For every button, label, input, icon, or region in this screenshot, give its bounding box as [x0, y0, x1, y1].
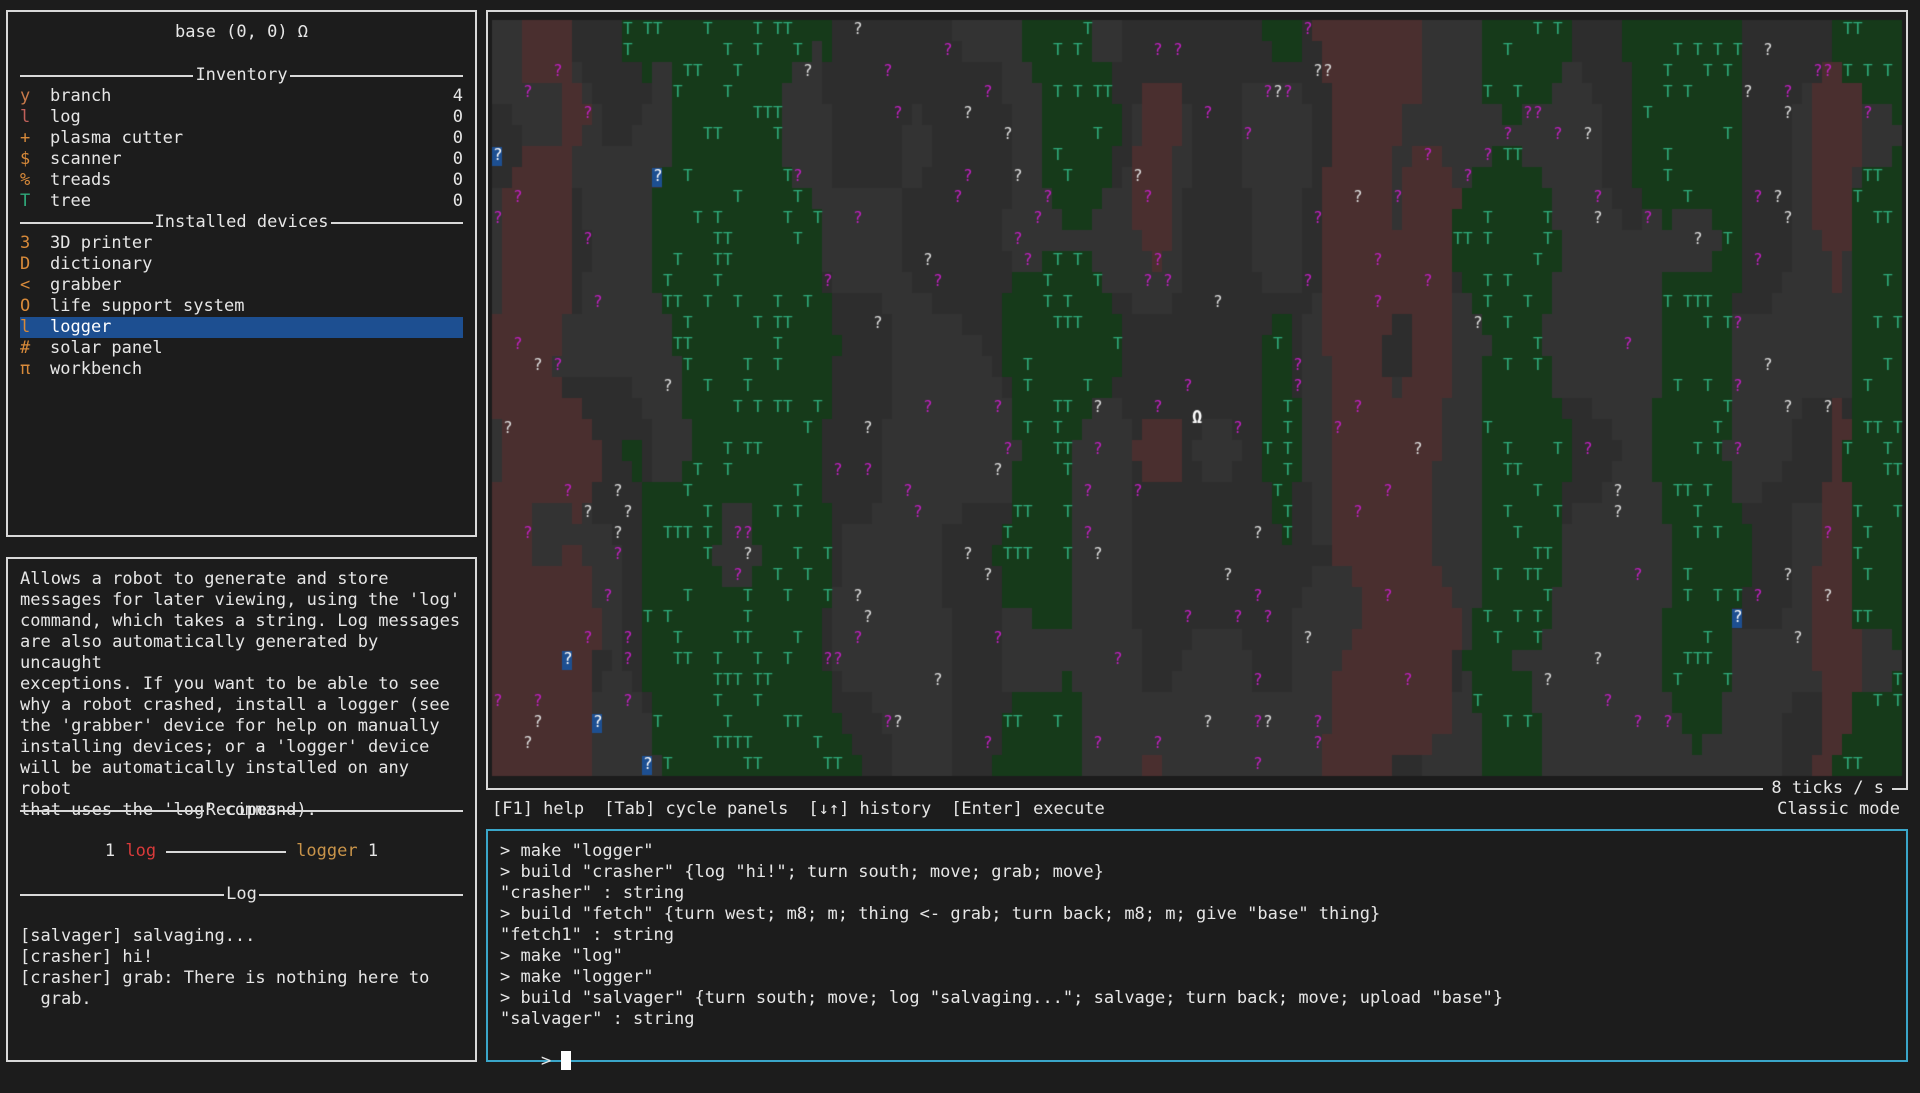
- inventory-item[interactable]: $ scanner 0: [20, 149, 463, 170]
- inventory-item-symbol: l: [20, 107, 31, 127]
- device-item-name: life support system: [50, 296, 245, 316]
- log-entry: [crasher] hi!: [20, 947, 154, 967]
- tick-rate-label: 8 ticks / s: [1763, 778, 1892, 799]
- inventory-item-symbol: y: [20, 86, 31, 106]
- repl-history-line: "salvager" : string: [500, 1009, 695, 1029]
- repl-prompt-line[interactable]: >: [500, 1030, 1894, 1071]
- log-entry: [salvager] salvaging...: [20, 926, 256, 946]
- inventory-item-name: log: [50, 107, 81, 127]
- inventory-item-symbol: +: [20, 128, 31, 148]
- device-item[interactable]: 3 3D printer: [20, 233, 463, 254]
- device-description: Allows a robot to generate and store mes…: [20, 569, 461, 820]
- inventory-item-symbol: $: [20, 149, 31, 169]
- device-item[interactable]: Ddictionary: [20, 254, 463, 275]
- log-header: Log: [20, 884, 463, 905]
- log-entry: [crasher] grab: There is nothing here to…: [20, 968, 430, 1009]
- device-item-name: 3D printer: [50, 233, 153, 253]
- inventory-item-qty: 0: [452, 107, 463, 127]
- devices-header: Installed devices: [20, 212, 463, 233]
- inventory-item-name: branch: [50, 86, 112, 106]
- help-bar-item: [F1] help: [492, 799, 585, 819]
- repl-history-line: > build "salvager" {turn south; move; lo…: [500, 988, 1504, 1008]
- help-bar: [F1] help [Tab] cycle panels [↓↑] history […: [492, 799, 1125, 820]
- device-item[interactable]: Olife support system: [20, 296, 463, 317]
- inventory-item-qty: 0: [452, 128, 463, 148]
- robot-title: base (0, 0) Ω: [174, 22, 309, 42]
- inventory-item-symbol: T: [20, 191, 31, 211]
- inventory-item-symbol: %: [20, 170, 31, 190]
- repl-history: > make "logger" > build "crasher" {log "h…: [500, 841, 1894, 1030]
- inventory-item-qty: 4: [452, 86, 463, 106]
- repl-history-line: > make "logger": [500, 967, 654, 987]
- device-item[interactable]: l logger: [20, 317, 463, 338]
- repl-panel[interactable]: > make "logger" > build "crasher" {log "h…: [486, 829, 1908, 1071]
- recipe-output-qty: 1: [367, 841, 379, 861]
- device-item-name: dictionary: [50, 254, 153, 274]
- help-bar-item: [↓↑] history: [808, 799, 932, 819]
- inventory-header: Inventory: [20, 65, 463, 86]
- repl-history-line: > make "logger": [500, 841, 654, 861]
- repl-history-line: > make "log": [500, 946, 623, 966]
- device-item-symbol: <: [20, 275, 31, 295]
- repl-history-line: > build "crasher" {log "hi!"; turn south…: [500, 862, 1104, 882]
- world-panel[interactable]: [486, 10, 1908, 790]
- device-item-name: workbench: [50, 359, 143, 379]
- inventory-item[interactable]: + plasma cutter 0: [20, 128, 463, 149]
- robot-panel[interactable]: base (0, 0) Ω Inventory y branch 4 l log 0 + pl…: [6, 10, 477, 537]
- repl-history-line: > build "fetch" {turn west; m8; m; thing…: [500, 904, 1381, 924]
- inventory-item-qty: 0: [452, 191, 463, 211]
- recipe-row: 1 log logger 1: [20, 841, 463, 862]
- log-list: [salvager] salvaging... [crasher] hi! [cra…: [20, 926, 463, 1010]
- device-item-symbol: π: [20, 359, 31, 379]
- help-bar-item: [Enter] execute: [951, 799, 1105, 819]
- device-item[interactable]: < grabber: [20, 275, 463, 296]
- repl-history-line: "fetch1" : string: [500, 925, 674, 945]
- world-map[interactable]: [488, 12, 1906, 788]
- repl-history-line: "crasher" : string: [500, 883, 685, 903]
- repl-cursor[interactable]: [561, 1051, 572, 1070]
- info-panel[interactable]: Allows a robot to generate and store mes…: [6, 557, 477, 1062]
- device-item-name: solar panel: [50, 338, 163, 358]
- inventory-item[interactable]: Ttree 0: [20, 191, 463, 212]
- inventory-item-name: treads: [50, 170, 112, 190]
- device-item-symbol: #: [20, 338, 31, 358]
- inventory-item[interactable]: % treads 0: [20, 170, 463, 191]
- recipe-input-qty: 1: [104, 841, 116, 861]
- device-item[interactable]: π workbench: [20, 359, 463, 380]
- help-bar-item: [Tab] cycle panels: [604, 799, 789, 819]
- inventory-item[interactable]: y branch 4: [20, 86, 463, 107]
- recipe-arrow-line: [166, 850, 287, 853]
- inventory-item[interactable]: l log 0: [20, 107, 463, 128]
- device-item-symbol: 3: [20, 233, 31, 253]
- inventory-item-name: tree: [50, 191, 91, 211]
- inventory-item-name: scanner: [50, 149, 122, 169]
- inventory-item-qty: 0: [452, 149, 463, 169]
- recipe-output-name: logger: [296, 841, 358, 861]
- recipe-input-name: log: [125, 841, 157, 861]
- repl-prompt: >: [540, 1051, 562, 1071]
- device-item-symbol: D: [20, 254, 31, 274]
- device-item[interactable]: # solar panel: [20, 338, 463, 359]
- mode-label: Classic mode: [1777, 799, 1900, 819]
- device-list: 3 3D printer Ddictionary < grabber Olife supp…: [20, 233, 463, 380]
- device-item-symbol: l: [20, 317, 31, 337]
- recipes-header: Recipes: [20, 800, 463, 821]
- inventory-list: y branch 4 l log 0 + plasma cutter 0 $ scanner 0% tr…: [20, 86, 463, 212]
- device-item-symbol: O: [20, 296, 31, 316]
- inventory-item-qty: 0: [452, 170, 463, 190]
- inventory-item-name: plasma cutter: [50, 128, 184, 148]
- device-item-name: grabber: [50, 275, 122, 295]
- device-item-name: logger: [50, 317, 112, 337]
